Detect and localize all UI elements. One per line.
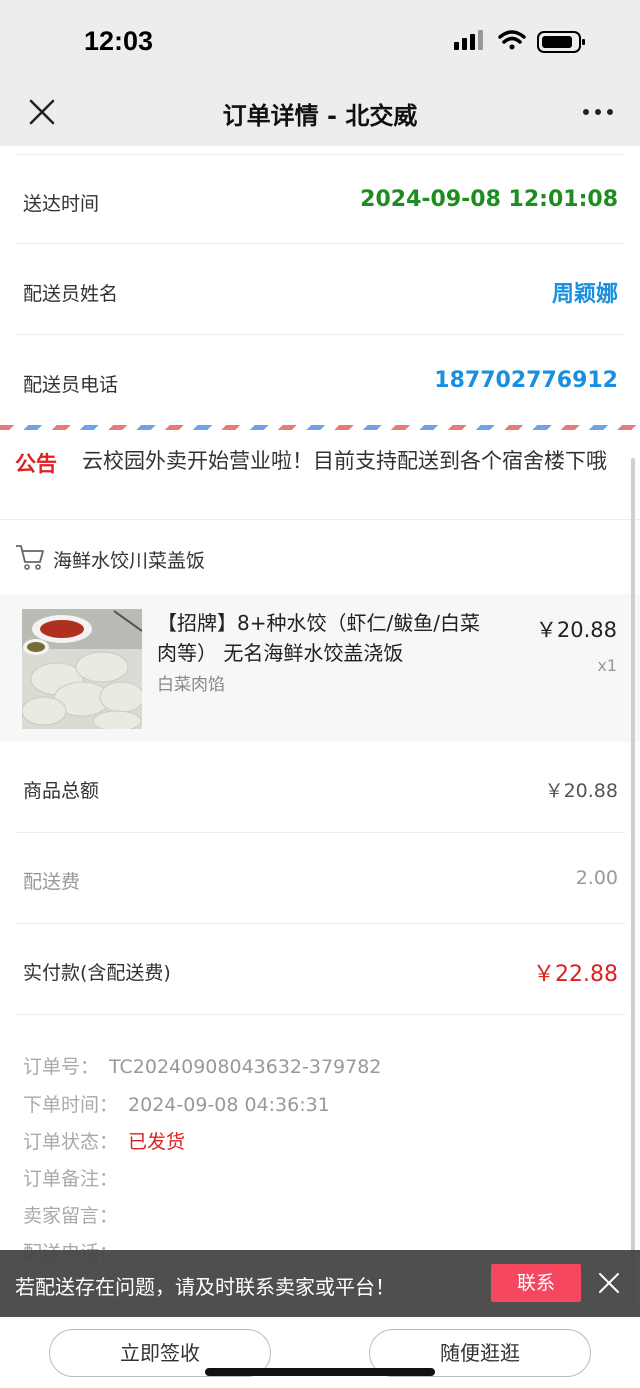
paid-total-value: ￥22.88 <box>533 962 618 987</box>
bottom-action-bar: 立即签收 随便逛逛 <box>0 1317 640 1388</box>
courier-name-row: 配送员姓名 周颖娜 <box>15 245 625 335</box>
order-remark-label: 订单备注： <box>23 1168 119 1190</box>
order-time-label: 下单时间： <box>23 1094 119 1116</box>
battery-icon <box>537 31 585 53</box>
dumpling-photo <box>22 609 142 729</box>
goods-total-value: ￥20.88 <box>544 780 618 802</box>
delivery-fee-row: 配送费 2.00 <box>15 833 625 924</box>
seller-message-line: 卖家留言： <box>23 1201 623 1228</box>
delivery-fee-value: 2.00 <box>575 867 618 889</box>
cart-icon <box>16 545 44 570</box>
notice-tag: 公告 <box>15 452 57 476</box>
airmail-divider <box>0 425 640 430</box>
paid-total-row: 实付款(含配送费) ￥22.88 <box>15 924 625 1015</box>
signal-icon <box>454 30 483 50</box>
scrollbar[interactable] <box>631 458 635 1308</box>
order-remark-line: 订单备注： <box>23 1164 623 1191</box>
order-status-value: 已发货 <box>128 1131 186 1153</box>
courier-phone-row: 配送员电话 187702776912 <box>15 336 625 426</box>
order-number-label: 订单号： <box>23 1056 100 1078</box>
courier-name-value[interactable]: 周颖娜 <box>552 276 618 308</box>
wifi-icon <box>498 30 526 50</box>
page-title: 订单详情 - 北交威 <box>222 102 418 130</box>
paid-total-label: 实付款(含配送费) <box>23 962 171 984</box>
order-time-value: 2024-09-08 04:36:31 <box>128 1094 330 1116</box>
delivery-time-label: 送达时间 <box>23 193 100 215</box>
more-icon[interactable] <box>582 108 614 116</box>
courier-phone-label: 配送员电话 <box>23 374 119 396</box>
close-icon[interactable] <box>598 1272 620 1294</box>
nav-bar: 订单详情 - 北交威 <box>0 88 640 146</box>
status-bar: 12:03 <box>0 0 640 88</box>
order-item[interactable]: 【招牌】8+种水饺（虾仁/鲅鱼/白菜肉等） 无名海鲜水饺盖浇饭 白菜肉馅 ￥20… <box>0 594 640 742</box>
order-time-line: 下单时间： 2024-09-08 04:36:31 <box>23 1090 623 1117</box>
seller-message-label: 卖家留言： <box>23 1205 119 1227</box>
courier-name-label: 配送员姓名 <box>23 283 119 305</box>
delivery-time-row: 送达时间 2024-09-08 12:01:08 <box>15 154 625 244</box>
toast-text: 若配送存在问题，请及时联系卖家或平台！ <box>15 1275 395 1299</box>
home-indicator <box>205 1368 435 1376</box>
order-status-label: 订单状态： <box>23 1131 119 1153</box>
shop-name: 海鲜水饺川菜盖饭 <box>53 550 206 572</box>
contact-button[interactable]: 联系 <box>491 1264 581 1302</box>
item-name: 【招牌】8+种水饺（虾仁/鲅鱼/白菜肉等） 无名海鲜水饺盖浇饭 <box>157 611 480 665</box>
notice-text: 云校园外卖开始营业啦！目前支持配送到各个宿舍楼下哦 <box>82 449 607 473</box>
status-time: 12:03 <box>84 26 154 56</box>
courier-phone-value[interactable]: 187702776912 <box>434 368 618 393</box>
status-icons <box>454 30 585 53</box>
goods-total-label: 商品总额 <box>23 780 100 802</box>
item-qty: x1 <box>597 656 617 675</box>
goods-total-row: 商品总额 ￥20.88 <box>15 742 625 833</box>
order-number-value: TC20240908043632-379782 <box>109 1056 382 1078</box>
order-status-line: 订单状态： 已发货 <box>23 1127 623 1154</box>
order-number-line: 订单号： TC20240908043632-379782 <box>23 1052 623 1079</box>
delivery-time-value: 2024-09-08 12:01:08 <box>360 187 618 212</box>
shop-header[interactable]: 海鲜水饺川菜盖饭 <box>0 520 640 594</box>
notice-bar: 公告 云校园外卖开始营业啦！目前支持配送到各个宿舍楼下哦 <box>0 440 640 520</box>
item-spec: 白菜肉馅 <box>157 675 225 695</box>
item-price: ￥20.88 <box>535 618 617 642</box>
delivery-fee-label: 配送费 <box>23 871 81 893</box>
contact-toast: 若配送存在问题，请及时联系卖家或平台！ 联系 <box>0 1250 640 1317</box>
